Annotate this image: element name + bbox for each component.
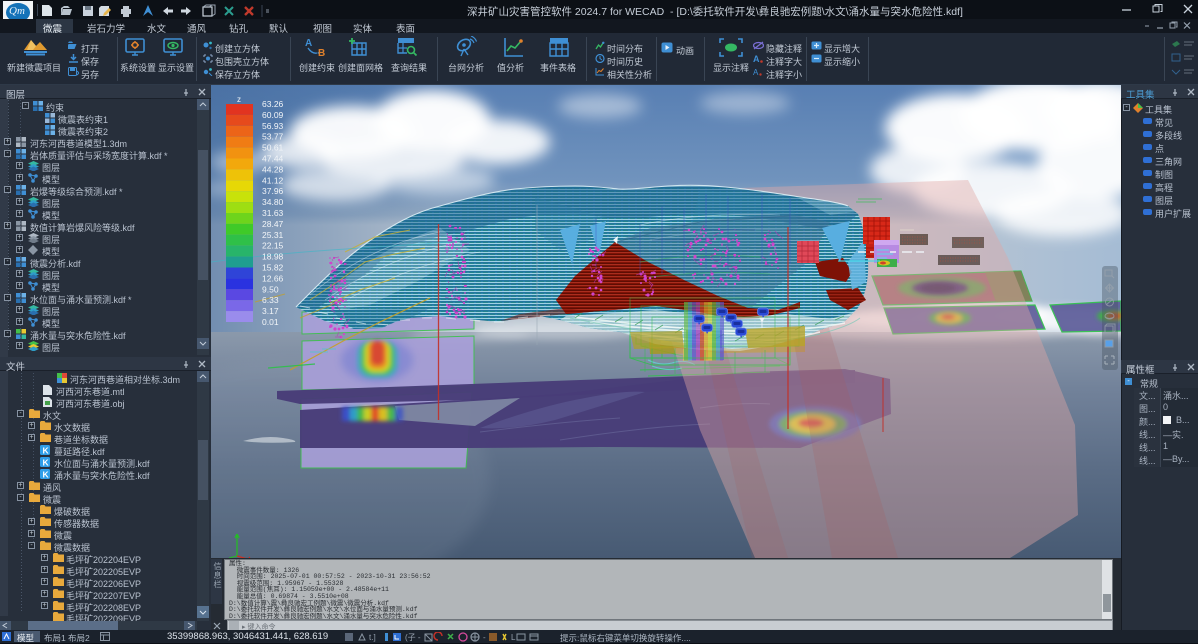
svg-text:34.80: 34.80 (262, 197, 284, 207)
svg-text:41.12: 41.12 (262, 175, 284, 185)
svg-text:28.47: 28.47 (262, 219, 284, 229)
svg-text:44.28: 44.28 (262, 164, 284, 174)
svg-text:K: K (43, 470, 50, 480)
svg-text:A: A (753, 54, 760, 63)
svg-text:K: K (43, 458, 50, 468)
svg-text:6.33: 6.33 (262, 295, 279, 305)
svg-text:z: z (237, 95, 241, 104)
svg-text:0.01: 0.01 (262, 317, 279, 327)
svg-text:B: B (318, 48, 325, 57)
svg-text:9.50: 9.50 (262, 284, 279, 294)
svg-text:53.77: 53.77 (262, 132, 284, 142)
svg-text:63.26: 63.26 (262, 99, 284, 109)
svg-text:50.61: 50.61 (262, 143, 284, 153)
svg-text:37.96: 37.96 (262, 186, 284, 196)
svg-text:A: A (753, 68, 759, 76)
svg-text:22.15: 22.15 (262, 241, 284, 251)
svg-text:56.93: 56.93 (262, 121, 284, 131)
svg-text:15.82: 15.82 (262, 263, 284, 273)
svg-text:3.17: 3.17 (262, 306, 279, 316)
svg-text:47.44: 47.44 (262, 154, 284, 164)
svg-text:60.09: 60.09 (262, 110, 284, 120)
svg-text:12.66: 12.66 (262, 273, 284, 283)
svg-text:L: L (511, 633, 516, 642)
svg-text:A: A (305, 38, 312, 49)
svg-text:31.63: 31.63 (262, 208, 284, 218)
svg-text:18.98: 18.98 (262, 252, 284, 262)
svg-text:K: K (43, 446, 50, 456)
svg-text:-: - (483, 633, 486, 642)
svg-text:25.31: 25.31 (262, 230, 284, 240)
svg-text:t.]: t.] (369, 633, 376, 642)
svg-text:(子 -: (子 - (405, 633, 421, 642)
